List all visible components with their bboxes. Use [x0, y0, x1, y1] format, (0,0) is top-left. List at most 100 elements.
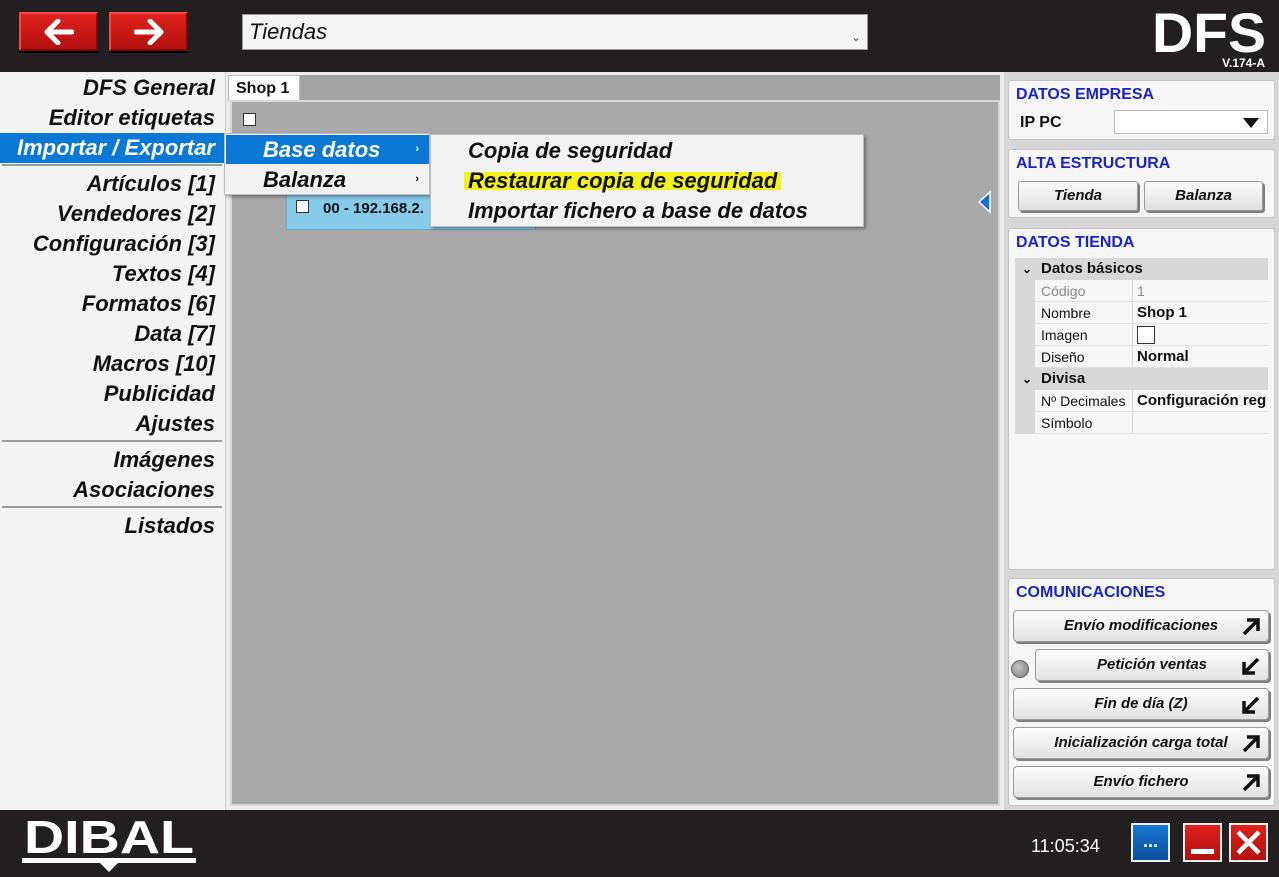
- property-name: Imagen: [1041, 324, 1133, 346]
- property-row: Símbolo: [1015, 412, 1268, 434]
- property-name: Símbolo: [1041, 412, 1133, 434]
- peticion-ventas-button[interactable]: Petición ventas: [1035, 649, 1269, 681]
- sidebar-divider: [2, 164, 222, 166]
- store-select-value: Tiendas: [249, 19, 328, 44]
- property-value[interactable]: Shop 1: [1137, 302, 1268, 324]
- envio-fichero-button[interactable]: Envío fichero: [1013, 766, 1269, 798]
- arrow-up-right-icon: [1242, 774, 1260, 792]
- menu-item-balanza-label: Balanza: [263, 167, 347, 192]
- button-label: Envío modificaciones: [1063, 617, 1219, 634]
- menu-item-importar-fichero[interactable]: Importar fichero a base de datos: [432, 196, 862, 226]
- category-datos-basicos[interactable]: ⌄ Datos básicos: [1015, 258, 1268, 280]
- property-name: Código: [1041, 280, 1133, 302]
- shop-checkbox[interactable]: [243, 113, 256, 126]
- sidebar-item-dfs-general[interactable]: DFS General: [0, 73, 224, 103]
- menu-item-base-datos-label: Base datos: [263, 137, 381, 162]
- button-label: Inicialización carga total: [1054, 734, 1228, 751]
- sidebar: DFS General Editor etiquetas Importar / …: [0, 72, 226, 810]
- sidebar-item-articulos[interactable]: Artículos [1]: [0, 169, 224, 199]
- sidebar-item-publicidad[interactable]: Publicidad: [0, 379, 224, 409]
- menu-item-base-datos[interactable]: Base datos ›: [226, 135, 429, 164]
- sidebar-item-data[interactable]: Data [7]: [0, 319, 224, 349]
- property-name: Nº Decimales: [1041, 390, 1133, 412]
- arrow-down-left-icon: [1242, 696, 1260, 714]
- property-value[interactable]: Configuración reg: [1137, 390, 1268, 412]
- sidebar-item-textos[interactable]: Textos [4]: [0, 259, 224, 289]
- property-name: Diseño: [1041, 346, 1133, 368]
- imagen-checkbox[interactable]: [1137, 326, 1155, 344]
- base-datos-submenu: Copia de seguridad Restaurar copia de se…: [430, 134, 864, 227]
- balanza-button[interactable]: Balanza: [1144, 181, 1263, 211]
- property-value[interactable]: Normal: [1137, 346, 1268, 368]
- back-button[interactable]: [19, 12, 98, 51]
- tab-strip: [300, 75, 1000, 101]
- button-label: Envío fichero: [1093, 773, 1189, 790]
- collapse-panel-icon[interactable]: [976, 190, 992, 214]
- dfs-logo: DFS: [1152, 4, 1266, 58]
- property-row: Código 1: [1015, 280, 1268, 302]
- property-row: Imagen: [1015, 324, 1268, 346]
- inicializacion-carga-total-button[interactable]: Inicialización carga total: [1013, 727, 1269, 759]
- sidebar-item-vendedores[interactable]: Vendedores [2]: [0, 199, 224, 229]
- minimize-icon: [1191, 849, 1214, 854]
- alta-estructura-section: ALTA ESTRUCTURA Tienda Balanza: [1008, 149, 1275, 218]
- close-button[interactable]: [1229, 823, 1268, 862]
- sidebar-divider: [2, 440, 222, 442]
- submenu-arrow-icon: ›: [415, 173, 419, 185]
- more-options-button[interactable]: ...: [1131, 823, 1170, 862]
- sidebar-item-editor-etiquetas[interactable]: Editor etiquetas: [0, 103, 224, 133]
- menu-item-restaurar-copia[interactable]: Restaurar copia de seguridad: [432, 166, 862, 196]
- row-gutter: [1015, 280, 1035, 302]
- menu-item-balanza[interactable]: Balanza ›: [226, 165, 429, 194]
- close-icon: [1236, 830, 1261, 855]
- datos-tienda-title: DATOS TIENDA: [1016, 234, 1135, 251]
- property-name: Nombre: [1041, 302, 1133, 324]
- row-gutter: [1015, 302, 1035, 324]
- sidebar-item-importar-exportar[interactable]: Importar / Exportar: [0, 133, 224, 163]
- ip-pc-select[interactable]: [1114, 110, 1268, 134]
- import-export-menu: Base datos › Balanza ›: [224, 133, 430, 195]
- category-divisa[interactable]: ⌄ Divisa: [1015, 368, 1268, 390]
- version-label: V.174-A: [1222, 56, 1265, 70]
- arrow-up-right-icon: [1242, 618, 1260, 636]
- sidebar-divider: [2, 506, 222, 508]
- menu-item-copia-seguridad[interactable]: Copia de seguridad: [432, 136, 862, 166]
- fin-de-dia-button[interactable]: Fin de día (Z): [1013, 688, 1269, 720]
- sidebar-item-macros[interactable]: Macros [10]: [0, 349, 224, 379]
- property-value[interactable]: [1137, 412, 1268, 434]
- chevron-down-icon: ⌄: [1022, 262, 1033, 276]
- property-row: Nombre Shop 1: [1015, 302, 1268, 324]
- sidebar-item-listados[interactable]: Listados: [0, 511, 224, 541]
- tienda-button[interactable]: Tienda: [1018, 181, 1138, 211]
- category-label: Divisa: [1041, 370, 1086, 387]
- comunicaciones-title: COMUNICACIONES: [1016, 584, 1166, 601]
- arrow-left-icon: [44, 18, 74, 45]
- row-gutter: [1015, 346, 1035, 368]
- submenu-arrow-icon: ›: [415, 143, 419, 155]
- sidebar-item-imagenes[interactable]: Imágenes: [0, 445, 224, 475]
- sidebar-item-ajustes[interactable]: Ajustes: [0, 409, 224, 439]
- arrow-up-right-icon: [1242, 735, 1260, 753]
- sidebar-item-formatos[interactable]: Formatos [6]: [0, 289, 224, 319]
- arrow-right-icon: [133, 18, 163, 45]
- row-gutter: [1015, 390, 1035, 412]
- right-panel: DATOS EMPRESA IP PC ALTA ESTRUCTURA Tien…: [1004, 72, 1279, 810]
- scale-checkbox[interactable]: [296, 200, 309, 213]
- property-row: Diseño Normal: [1015, 346, 1268, 368]
- tab-shop-1[interactable]: Shop 1: [228, 75, 300, 101]
- top-bar: Tiendas ⌄ DFS V.174-A: [0, 0, 1279, 72]
- datos-empresa-title: DATOS EMPRESA: [1016, 86, 1155, 103]
- ellipsis-icon: ...: [1142, 831, 1158, 851]
- alta-estructura-title: ALTA ESTRUCTURA: [1016, 155, 1171, 172]
- sidebar-item-configuracion[interactable]: Configuración [3]: [0, 229, 224, 259]
- status-led-icon: [1011, 660, 1029, 678]
- minimize-button[interactable]: [1183, 823, 1222, 862]
- button-label: Petición ventas: [1096, 656, 1208, 673]
- dibal-logo: DIBAL: [22, 812, 196, 872]
- sidebar-item-asociaciones[interactable]: Asociaciones: [0, 475, 224, 505]
- dfs-logo-text: DFS: [1152, 4, 1266, 58]
- envio-modificaciones-button[interactable]: Envío modificaciones: [1013, 610, 1269, 642]
- store-select[interactable]: Tiendas ⌄: [242, 14, 868, 50]
- chevron-down-icon: ⌄: [851, 30, 862, 44]
- forward-button[interactable]: [109, 12, 188, 51]
